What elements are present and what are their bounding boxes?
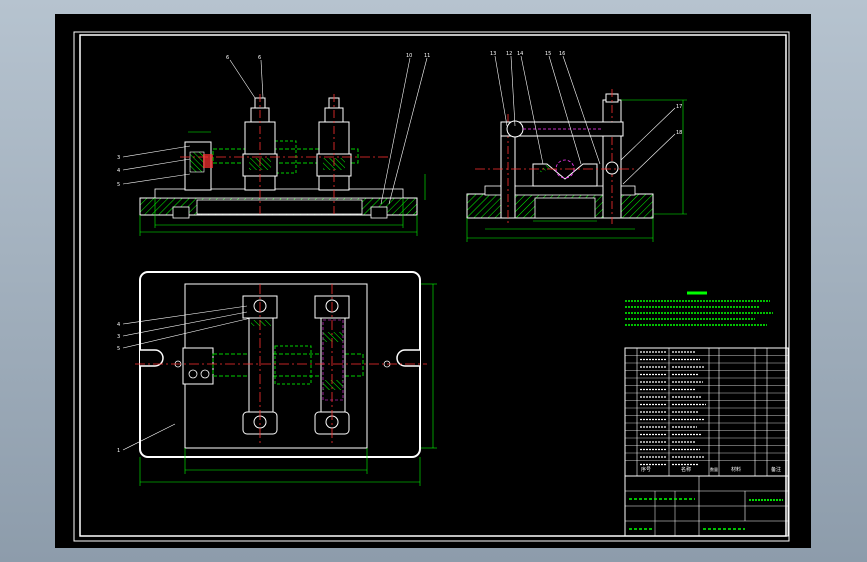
plan-view: 4 3 5 1 — [117, 271, 437, 486]
front-balloon-3: 10 — [406, 53, 412, 59]
side-v-block — [532, 163, 598, 187]
side-balloon-3: 14 — [517, 51, 523, 57]
parts-list-header-no: 序号 — [641, 466, 651, 473]
plan-balloon-2: 3 — [117, 334, 120, 340]
side-balloon-5: 16 — [559, 51, 565, 57]
plan-base-plate — [139, 271, 421, 458]
parts-list-header-qty: 数量 — [710, 466, 718, 472]
side-balloon-4: 15 — [545, 51, 551, 57]
front-balloon-6: 4 — [117, 168, 120, 174]
side-balloon-7: 18 — [676, 130, 682, 136]
front-balloon-1: 6 — [226, 55, 229, 61]
front-balloon-2: 6 — [258, 55, 261, 61]
front-balloon-5: 3 — [117, 155, 120, 161]
plan-balloon-3: 5 — [117, 346, 120, 352]
side-balloon-2: 12 — [506, 51, 512, 57]
front-view: 6 6 10 11 3 4 5 — [117, 53, 430, 236]
side-view: 13 12 14 15 16 17 18 — [466, 51, 687, 242]
title-block — [624, 475, 789, 537]
parts-list: 序号 名称 数量 材料 备注 — [624, 347, 789, 477]
fixture-assembly-drawing: 6 6 10 11 3 4 5 13 12 14 15 16 17 18 4 3… — [73, 31, 790, 542]
plan-balloon-4: 1 — [117, 448, 120, 454]
plan-balloon-1: 4 — [117, 322, 120, 328]
side-balloon-1: 13 — [490, 51, 496, 57]
front-balloon-4: 11 — [424, 53, 430, 59]
parts-list-header-name: 名称 — [681, 466, 691, 473]
front-balloon-7: 5 — [117, 182, 120, 188]
side-balloon-6: 17 — [676, 104, 682, 110]
technical-notes — [625, 291, 773, 326]
parts-list-header-material: 材料 — [731, 466, 741, 473]
parts-list-header-remark: 备注 — [771, 466, 781, 473]
cad-viewport[interactable]: 6 6 10 11 3 4 5 13 12 14 15 16 17 18 4 3… — [55, 14, 811, 548]
